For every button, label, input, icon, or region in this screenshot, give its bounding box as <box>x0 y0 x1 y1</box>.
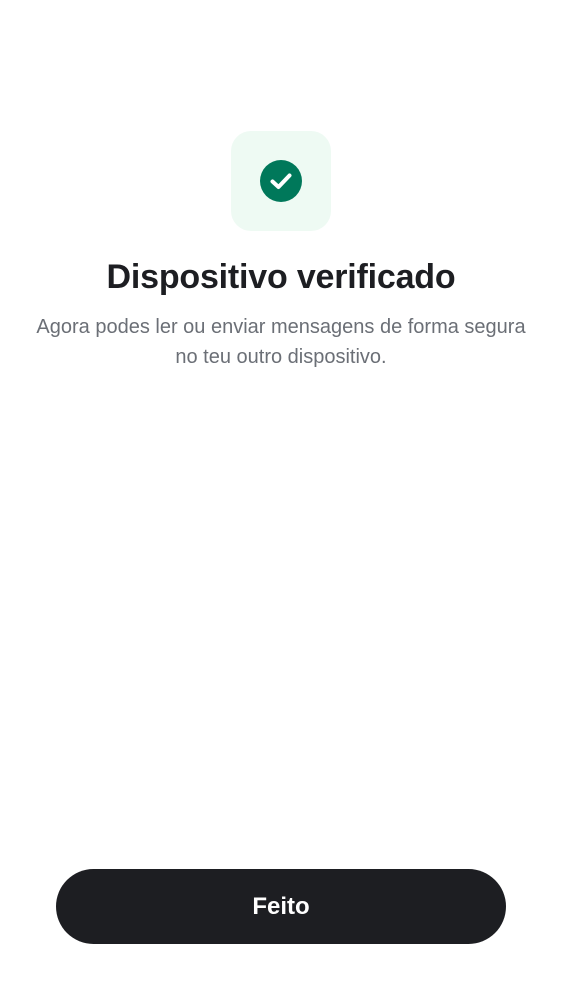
page-title: Dispositivo verificado <box>106 258 456 296</box>
check-circle-icon <box>260 160 302 202</box>
done-button[interactable]: Feito <box>56 869 506 944</box>
success-icon-tile <box>231 131 331 231</box>
device-verified-screen: Dispositivo verificado Agora podes ler o… <box>0 0 562 1000</box>
page-description: Agora podes ler ou enviar mensagens de f… <box>36 316 526 368</box>
